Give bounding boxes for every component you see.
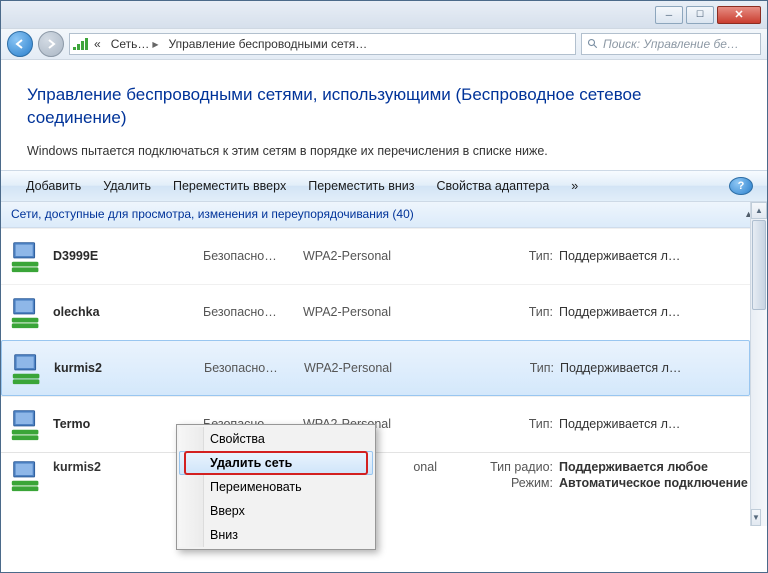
type-label: Тип:: [504, 361, 554, 375]
context-move-up[interactable]: Вверх: [179, 499, 373, 523]
toolbar-overflow[interactable]: »: [560, 179, 589, 193]
network-name: D3999E: [53, 249, 203, 263]
breadcrumb-chevron[interactable]: «: [89, 34, 106, 54]
network-row[interactable]: D3999E Безопасно… WPA2-Personal Тип: Под…: [1, 228, 750, 284]
network-profile-icon: [1, 237, 53, 275]
back-arrow-icon: [14, 38, 26, 50]
breadcrumb-wireless-management[interactable]: Управление беспроводными сетя…: [164, 34, 373, 54]
network-profile-icon: [1, 405, 53, 443]
scroll-thumb[interactable]: [752, 220, 766, 310]
help-button[interactable]: ?: [729, 177, 753, 195]
toolbar-remove[interactable]: Удалить: [92, 179, 162, 193]
network-profile-icon: [1, 293, 53, 331]
network-profile-icon: [2, 349, 54, 387]
type-label: Тип:: [503, 417, 553, 431]
security-label: Безопасно…: [203, 249, 303, 263]
forward-arrow-icon: [45, 38, 57, 50]
context-menu-icon-column: [179, 427, 204, 547]
scroll-down-button[interactable]: ▼: [751, 509, 761, 526]
maximize-button[interactable]: ☐: [686, 6, 714, 24]
network-list-container: D3999E Безопасно… WPA2-Personal Тип: Под…: [1, 228, 767, 526]
wireless-signal-icon: [73, 38, 89, 50]
scroll-up-button[interactable]: ▲: [751, 202, 767, 219]
toolbar-move-down[interactable]: Переместить вниз: [297, 179, 425, 193]
network-row[interactable]: olechka Безопасно… WPA2-Personal Тип: По…: [1, 284, 750, 340]
encryption-value: WPA2-Personal: [304, 361, 504, 375]
network-name: olechka: [53, 305, 203, 319]
toolbar: Добавить Удалить Переместить вверх Перем…: [1, 170, 767, 202]
scrollbar[interactable]: ▲ ▼: [750, 202, 767, 526]
category-bar: Сети, доступные для просмотра, изменения…: [1, 202, 767, 228]
titlebar: ─ ☐ ✕: [1, 1, 767, 28]
encryption-value: WPA2-Personal: [303, 305, 503, 319]
security-label: Безопасно…: [204, 361, 304, 375]
address-bar[interactable]: « Сеть…▶ Управление беспроводными сетя…: [69, 33, 576, 55]
explorer-window: ─ ☐ ✕ « Сеть…▶ Управление беспроводными …: [0, 0, 768, 573]
toolbar-move-up[interactable]: Переместить вверх: [162, 179, 297, 193]
search-icon: [587, 38, 599, 50]
back-button[interactable]: [7, 31, 33, 57]
type-label: Тип:: [503, 249, 553, 263]
search-input[interactable]: Поиск: Управление бе…: [581, 33, 761, 55]
breadcrumb-network[interactable]: Сеть…▶: [106, 34, 164, 54]
security-label: Безопасно…: [203, 305, 303, 319]
context-delete-network[interactable]: Удалить сеть: [179, 451, 373, 475]
type-value: Поддерживается л…: [553, 249, 750, 263]
toolbar-add[interactable]: Добавить: [15, 179, 92, 193]
page-description: Windows пытается подключаться к этим сет…: [27, 144, 741, 158]
context-move-down[interactable]: Вниз: [179, 523, 373, 547]
radio-type-value: Поддерживается любое: [553, 460, 708, 474]
minimize-button[interactable]: ─: [655, 6, 683, 24]
network-profile-icon: [1, 456, 53, 494]
page-title: Управление беспроводными сетями, использ…: [27, 84, 741, 130]
context-menu: Свойства Удалить сеть Переименовать Ввер…: [176, 424, 376, 550]
type-value: Поддерживается л…: [553, 417, 750, 431]
nav-bar: « Сеть…▶ Управление беспроводными сетя… …: [1, 28, 767, 60]
context-rename[interactable]: Переименовать: [179, 475, 373, 499]
close-button[interactable]: ✕: [717, 6, 761, 24]
network-name: kurmis2: [54, 361, 204, 375]
radio-type-label: Тип радио:: [463, 460, 553, 474]
toolbar-adapter-properties[interactable]: Свойства адаптера: [426, 179, 561, 193]
content-header: Управление беспроводными сетями, использ…: [1, 60, 767, 170]
encryption-value: WPA2-Personal: [303, 249, 503, 263]
type-value: Поддерживается л…: [553, 305, 750, 319]
search-placeholder: Поиск: Управление бе…: [603, 37, 739, 51]
mode-value: Автоматическое подключение: [553, 476, 748, 490]
type-label: Тип:: [503, 305, 553, 319]
type-value: Поддерживается л…: [554, 361, 749, 375]
forward-button[interactable]: [38, 31, 64, 57]
category-label: Сети, доступные для просмотра, изменения…: [11, 207, 414, 221]
network-row-selected[interactable]: kurmis2 Безопасно… WPA2-Personal Тип: По…: [1, 340, 750, 396]
context-properties[interactable]: Свойства: [179, 427, 373, 451]
